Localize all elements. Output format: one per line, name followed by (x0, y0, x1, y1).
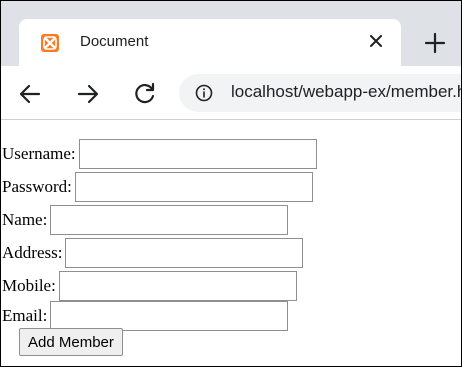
name-label: Name: (2, 210, 48, 229)
url-text: localhost/webapp-ex/member.html (231, 82, 461, 101)
address-input[interactable] (65, 238, 304, 268)
browser-toolbar: localhost/webapp-ex/member.html (1, 68, 461, 118)
address-bar[interactable]: localhost/webapp-ex/member.html (179, 74, 461, 112)
password-row: Password: (1, 172, 313, 202)
email-label: Email: (2, 306, 48, 325)
name-input[interactable] (50, 205, 289, 235)
mobile-input[interactable] (58, 271, 297, 301)
tab-document[interactable]: Document (19, 19, 401, 69)
mobile-label: Mobile: (2, 276, 56, 295)
password-input[interactable] (74, 172, 313, 202)
address-label: Address: (2, 243, 63, 262)
email-row: Email: (1, 301, 289, 331)
tab-strip: Document (1, 1, 461, 69)
info-icon[interactable] (195, 84, 213, 102)
toolbar-divider (1, 119, 461, 120)
username-label: Username: (2, 144, 76, 163)
tab-title: Document (80, 33, 149, 50)
add-member-button[interactable]: Add Member (19, 328, 123, 356)
name-row: Name: (1, 205, 289, 235)
address-row: Address: (1, 238, 304, 268)
back-arrow-icon[interactable] (17, 81, 43, 107)
plus-icon[interactable] (423, 31, 447, 55)
username-row: Username: (1, 139, 317, 169)
forward-arrow-icon[interactable] (75, 81, 101, 107)
email-input[interactable] (50, 301, 289, 331)
password-label: Password: (2, 177, 72, 196)
browser-window: Document localhost/webapp-ex/member. Use… (0, 0, 462, 367)
page-content: Username: Password: Name: Address: Mobil… (1, 126, 461, 366)
username-input[interactable] (78, 139, 317, 169)
xampp-favicon-icon (41, 34, 59, 52)
close-icon[interactable] (365, 30, 387, 52)
mobile-row: Mobile: (1, 271, 297, 301)
reload-icon[interactable] (132, 81, 158, 107)
